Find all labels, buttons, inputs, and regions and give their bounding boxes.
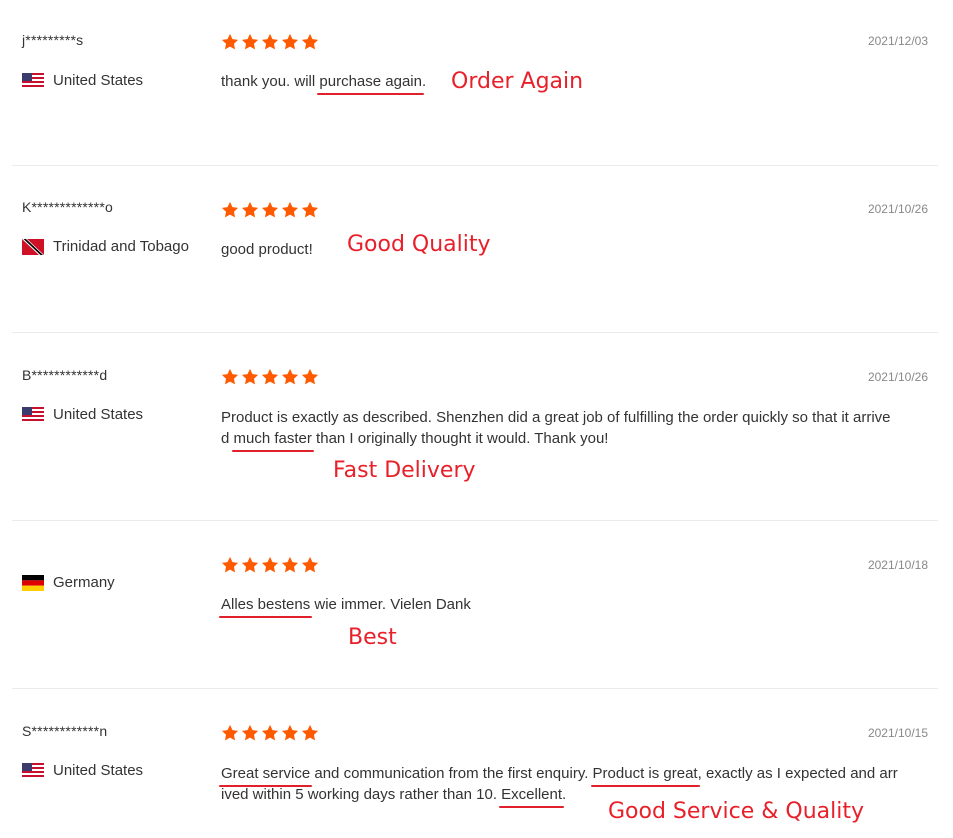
star-icon: [301, 201, 319, 219]
us-flag-icon: [22, 762, 44, 779]
star-icon: [221, 33, 239, 51]
star-rating: [221, 201, 319, 219]
star-icon: [261, 724, 279, 742]
annotation-label: Fast Delivery: [333, 458, 476, 483]
star-rating: [221, 368, 319, 386]
star-icon: [221, 724, 239, 742]
star-rating: [221, 33, 319, 51]
review-date: 2021/10/26: [867, 370, 928, 384]
review-item: S************n United States 2021/10/15 …: [12, 688, 938, 838]
reviewer-name: j*********s: [22, 32, 84, 48]
review-text: Alles bestens wie immer. Vielen Dank: [221, 596, 471, 613]
star-icon: [281, 33, 299, 51]
star-icon: [281, 368, 299, 386]
star-icon: [281, 724, 299, 742]
us-flag-icon: [22, 72, 44, 89]
annotation-label: Good Quality: [347, 232, 491, 257]
star-icon: [301, 368, 319, 386]
reviewer-name: S************n: [22, 723, 108, 739]
star-icon: [241, 724, 259, 742]
country-label: Germany: [53, 574, 115, 591]
star-icon: [241, 201, 259, 219]
review-item: K*************o Trinidad and Tobago 2021…: [12, 165, 938, 333]
star-icon: [241, 368, 259, 386]
country-label: United States: [53, 72, 144, 89]
review-date: 2021/10/15: [867, 726, 928, 740]
tt-flag-icon: [22, 238, 44, 255]
review-date: 2021/12/03: [867, 34, 928, 48]
us-flag-icon: [22, 406, 44, 423]
star-icon: [221, 556, 239, 574]
star-icon: [301, 724, 319, 742]
reviewer-country: Trinidad and Tobago: [22, 238, 189, 255]
star-icon: [301, 556, 319, 574]
star-icon: [301, 33, 319, 51]
star-icon: [221, 201, 239, 219]
annotation-label: Best: [348, 625, 397, 650]
star-icon: [281, 556, 299, 574]
country-label: United States: [53, 762, 144, 779]
review-item: Germany 2021/10/18 Alles bestens wie imm…: [12, 520, 938, 689]
star-icon: [261, 33, 279, 51]
star-icon: [241, 33, 259, 51]
review-item: j*********s United States 2021/12/03 tha…: [12, 0, 938, 166]
review-date: 2021/10/18: [867, 558, 928, 572]
reviewer-country: United States: [22, 72, 143, 89]
review-text: good product!: [221, 241, 313, 258]
star-rating: [221, 556, 319, 574]
star-icon: [241, 556, 259, 574]
review-item: B************d United States 2021/10/26 …: [12, 332, 938, 521]
star-rating: [221, 724, 319, 742]
review-date: 2021/10/26: [867, 202, 928, 216]
star-icon: [261, 201, 279, 219]
reviewer-name: K*************o: [22, 199, 113, 215]
country-label: Trinidad and Tobago: [53, 238, 189, 255]
star-icon: [221, 368, 239, 386]
reviewer-name: B************d: [22, 367, 108, 383]
annotation-label: Order Again: [451, 69, 584, 94]
de-flag-icon: [22, 574, 44, 591]
star-icon: [261, 556, 279, 574]
review-text: Product is exactly as described. Shenzhe…: [221, 409, 891, 447]
annotation-label: Good Service & Quality: [608, 799, 864, 824]
star-icon: [281, 201, 299, 219]
star-icon: [261, 368, 279, 386]
country-label: United States: [53, 406, 144, 423]
reviewer-country: United States: [22, 406, 143, 423]
reviewer-country: United States: [22, 762, 143, 779]
reviewer-country: Germany: [22, 574, 115, 591]
